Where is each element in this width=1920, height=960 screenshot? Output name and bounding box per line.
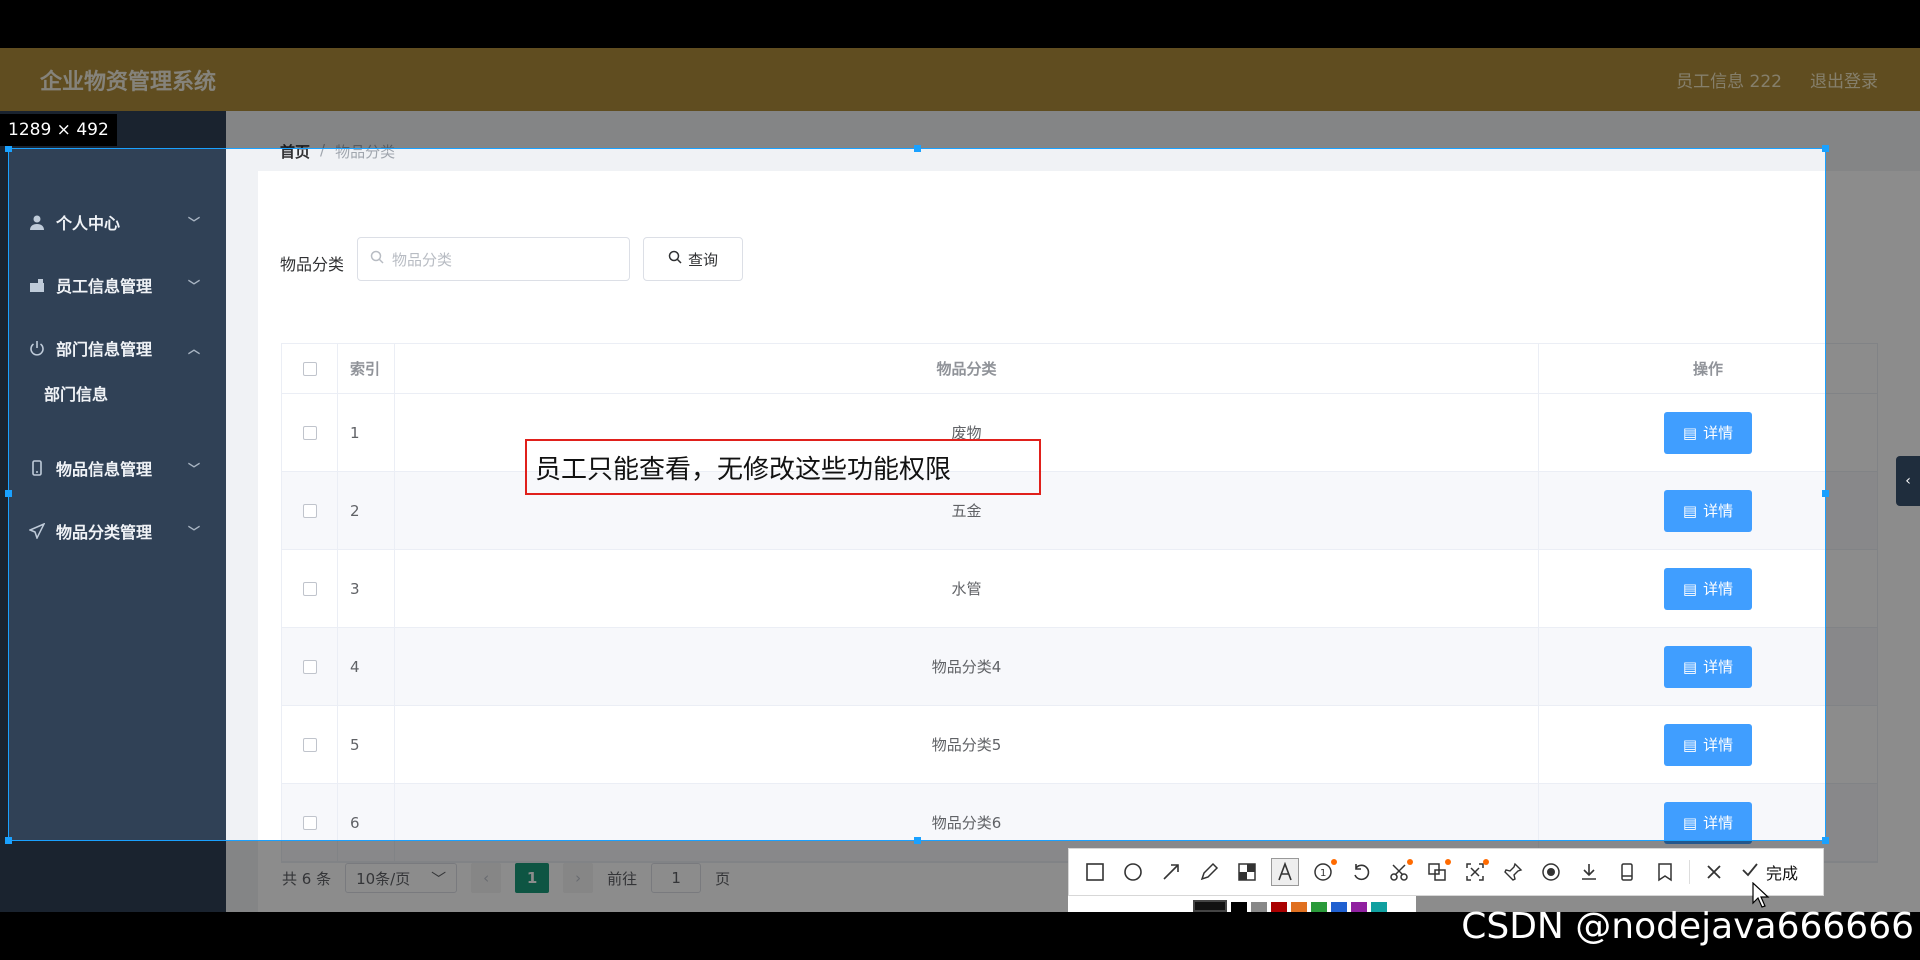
- resize-handle[interactable]: [914, 837, 921, 844]
- annotation-text-box[interactable]: 员工只能查看，无修改这些功能权限: [525, 439, 1041, 495]
- bookmark-icon[interactable]: [1651, 858, 1679, 886]
- undo-icon[interactable]: [1347, 858, 1375, 886]
- done-button[interactable]: 完成: [1740, 860, 1798, 884]
- resize-handle[interactable]: [1822, 490, 1829, 497]
- cut-tool-icon[interactable]: [1385, 858, 1413, 886]
- collapse-panel-button[interactable]: ‹: [1896, 456, 1920, 506]
- color-palette: [1068, 896, 1416, 912]
- color-swatch[interactable]: [1251, 902, 1267, 912]
- pencil-tool-icon[interactable]: [1195, 858, 1223, 886]
- color-swatch[interactable]: [1351, 902, 1367, 912]
- arrow-tool-icon[interactable]: [1157, 858, 1185, 886]
- mobile-icon[interactable]: [1613, 858, 1641, 886]
- watermark: CSDN @nodejava666666: [1461, 906, 1914, 947]
- rectangle-tool-icon[interactable]: [1081, 858, 1109, 886]
- color-swatch[interactable]: [1371, 902, 1387, 912]
- resize-handle[interactable]: [1822, 145, 1829, 152]
- pin-icon[interactable]: [1499, 858, 1527, 886]
- color-swatch-selected[interactable]: [1193, 900, 1227, 912]
- resize-handle[interactable]: [5, 145, 12, 152]
- chevron-left-icon: ‹: [1905, 473, 1911, 489]
- number-marker-icon[interactable]: 1: [1309, 858, 1337, 886]
- ocr-tool-icon[interactable]: [1461, 858, 1489, 886]
- mosaic-tool-icon[interactable]: [1233, 858, 1261, 886]
- close-icon[interactable]: [1700, 858, 1728, 886]
- done-button-label: 完成: [1766, 864, 1799, 883]
- resize-handle[interactable]: [914, 145, 921, 152]
- translate-tool-icon[interactable]: [1423, 858, 1451, 886]
- resize-handle[interactable]: [5, 490, 12, 497]
- resize-handle[interactable]: [5, 837, 12, 844]
- color-swatch[interactable]: [1311, 902, 1327, 912]
- overlay-dim-top: [0, 48, 1920, 148]
- screen: 企业物资管理系统 员工信息 222 退出登录 个人中心 ﹀ 员工信息管理 ﹀ 部…: [0, 0, 1920, 960]
- text-tool-icon[interactable]: [1271, 858, 1299, 886]
- color-swatch[interactable]: [1271, 902, 1287, 912]
- svg-text:1: 1: [1320, 868, 1326, 879]
- check-icon: [1740, 860, 1760, 884]
- color-swatch[interactable]: [1331, 902, 1347, 912]
- resize-handle[interactable]: [1822, 837, 1829, 844]
- color-swatch[interactable]: [1291, 902, 1307, 912]
- ellipse-tool-icon[interactable]: [1119, 858, 1147, 886]
- color-swatch[interactable]: [1231, 902, 1247, 912]
- capture-size-label: 1289 × 492: [0, 114, 117, 146]
- record-icon[interactable]: [1537, 858, 1565, 886]
- download-icon[interactable]: [1575, 858, 1603, 886]
- toolbar-divider: [1689, 860, 1690, 884]
- capture-toolbar: 1 完成: [1068, 848, 1824, 896]
